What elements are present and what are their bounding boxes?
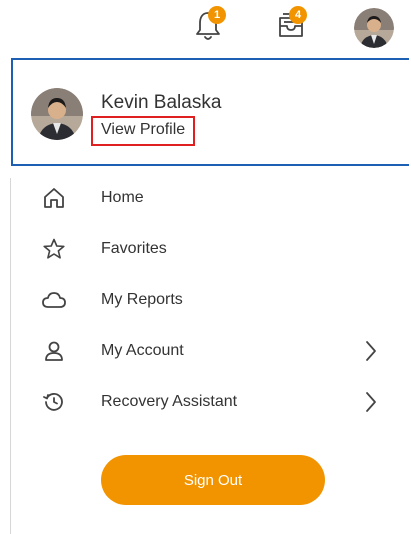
menu-item-favorites[interactable]: Favorites [11, 223, 411, 274]
profile-name: Kevin Balaska [101, 92, 222, 113]
person-icon [41, 338, 67, 364]
chevron-right-icon [361, 390, 381, 414]
menu-item-label: Favorites [101, 239, 167, 257]
notifications-button[interactable]: 1 [188, 6, 228, 46]
profile-avatar [31, 88, 83, 140]
chevron-right-icon [361, 339, 381, 363]
menu-item-label: My Reports [101, 290, 183, 308]
user-avatar-button[interactable] [354, 8, 394, 48]
sign-out-button[interactable]: Sign Out [101, 455, 325, 505]
star-icon [41, 236, 67, 262]
menu-item-label: My Account [101, 341, 184, 359]
profile-menu-page: 1 4 Kevin Balaska View Profile Home Favo… [0, 0, 411, 534]
profile-header: Kevin Balaska View Profile [11, 58, 409, 166]
view-profile-link[interactable]: View Profile [91, 116, 196, 146]
menu-item-home[interactable]: Home [11, 172, 411, 223]
cloud-icon [41, 287, 67, 313]
inbox-button[interactable]: 4 [271, 4, 311, 44]
top-bar: 1 4 [0, 0, 411, 52]
inbox-badge: 4 [289, 6, 307, 24]
history-icon [41, 389, 67, 415]
notifications-badge: 1 [208, 6, 226, 24]
user-avatar [354, 8, 394, 48]
menu-item-my-account[interactable]: My Account [11, 325, 411, 376]
home-icon [41, 185, 67, 211]
menu-item-label: Recovery Assistant [101, 392, 238, 410]
menu-item-my-reports[interactable]: My Reports [11, 274, 411, 325]
menu-item-label: Home [101, 188, 144, 206]
account-menu: Home Favorites My Reports My Account Rec… [11, 172, 411, 427]
menu-item-recovery-assistant[interactable]: Recovery Assistant [11, 376, 411, 427]
